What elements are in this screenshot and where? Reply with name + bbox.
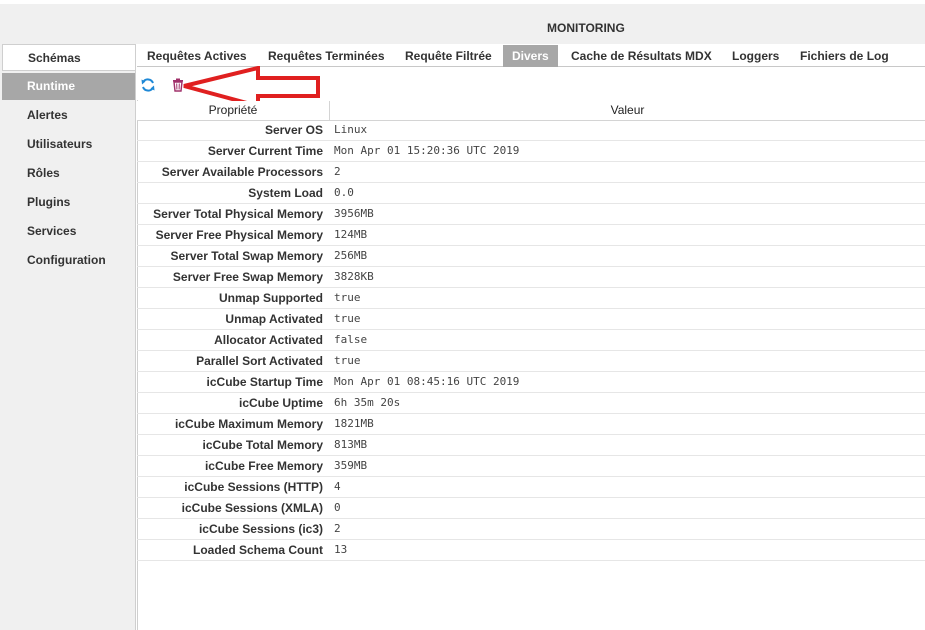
row-value: Mon Apr 01 08:45:16 UTC 2019 [334,375,520,388]
table-row[interactable]: icCube Startup Time Mon Apr 01 08:45:16 U… [137,372,925,393]
table-body: Server OS Linux Server Current Time Mon Ap… [137,120,925,561]
row-key: icCube Sessions (HTTP) [184,480,323,494]
row-key: icCube Free Memory [204,459,323,473]
row-key: Allocator Activated [214,333,323,347]
tab-requetes-actives[interactable]: Requêtes Actives [138,45,256,67]
row-value: 3828KB [334,270,374,283]
row-key: Unmap Activated [225,312,323,326]
sidebar-item-label: Configuration [27,253,106,267]
tab-requete-filtree[interactable]: Requête Filtrée [396,45,501,67]
tab-divers[interactable]: Divers [503,45,558,67]
table-row[interactable]: icCube Sessions (ic3) 2 [137,519,925,540]
page-title: MONITORING [547,21,625,35]
row-key: icCube Uptime [238,396,323,410]
table-row[interactable]: Parallel Sort Activated true [137,351,925,372]
row-value: Mon Apr 01 15:20:36 UTC 2019 [334,144,520,157]
table-row[interactable]: icCube Sessions (HTTP) 4 [137,477,925,498]
row-value: 13 [334,543,348,556]
row-value: 2 [334,165,341,178]
table-row[interactable]: icCube Sessions (XMLA) 0 [137,498,925,519]
table-row[interactable]: Unmap Supported true [137,288,925,309]
row-value: 1821MB [334,417,374,430]
sidebar-item-label: Plugins [27,195,71,209]
table-row[interactable]: icCube Uptime 6h 35m 20s [137,393,925,414]
table-row[interactable]: Loaded Schema Count 13 [137,540,925,561]
row-key: Server Total Swap Memory [170,249,324,263]
row-key: System Load [248,186,323,200]
tab-bar: Requêtes Actives Requêtes Terminées Requ… [137,44,925,67]
tab-loggers[interactable]: Loggers [723,45,788,67]
sidebar-item-utilisateurs[interactable]: Utilisateurs [2,131,135,158]
row-value: 3956MB [334,207,374,220]
tab-requetes-terminees[interactable]: Requêtes Terminées [259,45,394,67]
sidebar: Schémas Runtime Alertes Utilisateurs Rôl… [0,44,136,630]
sidebar-item-label: Schémas [28,51,81,65]
row-value: 4 [334,480,341,493]
table-row[interactable]: Server Available Processors 2 [137,162,925,183]
table-row[interactable]: Server Free Swap Memory 3828KB [137,267,925,288]
table-row[interactable]: Server Current Time Mon Apr 01 15:20:36 U… [137,141,925,162]
refresh-icon[interactable] [140,77,156,93]
row-value: 124MB [334,228,368,241]
row-key: Server OS [264,123,323,137]
row-key: Server Free Physical Memory [155,228,323,242]
row-value: 256MB [334,249,368,262]
header-bar: MONITORING [0,4,925,44]
row-value: false [334,333,368,346]
table-row[interactable]: Server Free Physical Memory 124MB [137,225,925,246]
row-key: icCube Total Memory [202,438,323,452]
row-value: true [334,312,361,325]
row-key: Server Available Processors [161,165,323,179]
row-key: icCube Sessions (ic3) [198,522,323,536]
row-value: 6h 35m 20s [334,396,401,409]
sidebar-item-label: Runtime [27,79,75,93]
tab-fichiers-de-log[interactable]: Fichiers de Log [791,45,898,67]
row-key: Server Free Swap Memory [172,270,323,284]
table-header: Propriété Valeur [137,101,925,121]
row-value: Linux [334,123,368,136]
row-key: icCube Startup Time [206,375,323,389]
table-row[interactable]: icCube Total Memory 813MB [137,435,925,456]
sidebar-item-services[interactable]: Services [2,218,135,245]
row-key: Server Current Time [207,144,323,158]
table-row[interactable]: Unmap Activated true [137,309,925,330]
row-value: true [334,291,361,304]
sidebar-item-alertes[interactable]: Alertes [2,102,135,129]
sidebar-item-label: Utilisateurs [27,137,93,151]
sidebar-item-schemas[interactable]: Schémas [2,44,135,71]
sidebar-item-label: Alertes [27,108,68,122]
sidebar-item-label: Rôles [27,166,60,180]
row-value: 359MB [334,459,368,472]
sidebar-item-configuration[interactable]: Configuration [2,247,135,274]
table-row[interactable]: Server Total Physical Memory 3956MB [137,204,925,225]
row-key: Unmap Supported [219,291,323,305]
table-row[interactable]: Server Total Swap Memory 256MB [137,246,925,267]
column-header-value[interactable]: Valeur [330,101,925,120]
row-key: Loaded Schema Count [192,543,323,557]
table-row[interactable]: Server OS Linux [137,120,925,141]
table-row[interactable]: Allocator Activated false [137,330,925,351]
sidebar-item-plugins[interactable]: Plugins [2,189,135,216]
column-header-property[interactable]: Propriété [137,101,330,120]
row-key: icCube Sessions (XMLA) [181,501,323,515]
row-value: 813MB [334,438,368,451]
table-row[interactable]: icCube Maximum Memory 1821MB [137,414,925,435]
row-key: Parallel Sort Activated [196,354,323,368]
row-key: Server Total Physical Memory [153,207,323,221]
row-value: 0 [334,501,341,514]
table-row[interactable]: icCube Free Memory 359MB [137,456,925,477]
row-value: 2 [334,522,341,535]
sidebar-item-runtime[interactable]: Runtime [2,73,135,100]
sidebar-item-roles[interactable]: Rôles [2,160,135,187]
row-key: icCube Maximum Memory [174,417,323,431]
tab-cache-resultats-mdx[interactable]: Cache de Résultats MDX [562,45,721,67]
row-value: 0.0 [334,186,354,199]
table-row[interactable]: System Load 0.0 [137,183,925,204]
sidebar-item-label: Services [27,224,77,238]
row-value: true [334,354,361,367]
